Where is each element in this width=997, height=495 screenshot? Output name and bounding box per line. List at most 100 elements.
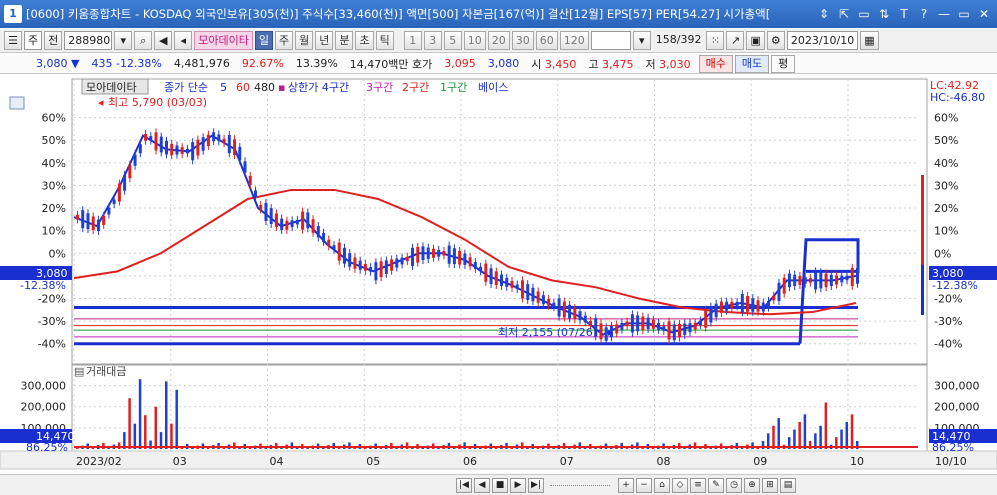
minute-60[interactable]: 60 bbox=[535, 31, 558, 50]
candle-body bbox=[128, 164, 132, 179]
zoom-in-icon[interactable]: + bbox=[618, 477, 634, 493]
candle-body bbox=[657, 322, 661, 330]
candle-body bbox=[191, 142, 195, 161]
period-day[interactable]: 일 bbox=[254, 31, 273, 50]
candle-body bbox=[500, 274, 504, 286]
period-minute[interactable]: 분 bbox=[335, 31, 354, 50]
prev-icon[interactable]: ◂ bbox=[174, 31, 193, 50]
right-price-pct: -12.38% bbox=[932, 279, 978, 292]
search-icon[interactable]: ⌕ bbox=[134, 31, 153, 50]
hoga-bid: 3,080 bbox=[487, 57, 520, 70]
resize-icon[interactable]: ⇕ bbox=[815, 5, 833, 23]
minute-30[interactable]: 30 bbox=[511, 31, 534, 50]
candle-body bbox=[583, 315, 587, 323]
scroll-first-icon[interactable]: |◀ bbox=[456, 477, 472, 493]
chart-tool-4-icon[interactable]: ✎ bbox=[708, 477, 724, 493]
stock-code-input[interactable]: 288980 bbox=[64, 31, 113, 50]
month-label: 06 bbox=[463, 455, 477, 468]
candle-body bbox=[526, 284, 530, 300]
candle-body bbox=[630, 314, 634, 333]
stock-name-button[interactable]: 모아데이타 bbox=[194, 31, 253, 50]
pin-icon[interactable]: ⇱ bbox=[835, 5, 853, 23]
link-icon[interactable]: ⇅ bbox=[875, 5, 893, 23]
candle-body bbox=[431, 248, 435, 258]
candle-body bbox=[144, 133, 148, 141]
chart-toolbar: ☰ 주 전 288980 ▾ ⌕ ◀ ◂ 모아데이타 일 주 월 년 분 초 틱… bbox=[0, 29, 997, 53]
settings-icon[interactable]: ⚙ bbox=[766, 31, 785, 50]
y-tick-label: 60% bbox=[934, 112, 958, 125]
candle-body bbox=[536, 291, 540, 303]
dropdown-icon[interactable]: ▾ bbox=[632, 31, 651, 50]
minute-120[interactable]: 120 bbox=[559, 31, 589, 50]
minimize-icon[interactable]: — bbox=[935, 5, 953, 23]
font-icon[interactable]: T bbox=[895, 5, 913, 23]
zoom-slider[interactable] bbox=[550, 484, 610, 486]
low-price: 저 3,030 bbox=[645, 57, 691, 71]
eval-button[interactable]: 평 bbox=[771, 54, 796, 73]
period-week[interactable]: 주 bbox=[274, 31, 294, 50]
period-tick[interactable]: 틱 bbox=[375, 31, 394, 50]
candle-body bbox=[494, 271, 498, 285]
save-icon[interactable]: ▣ bbox=[746, 31, 765, 50]
volume-bar bbox=[217, 442, 220, 449]
candle-body bbox=[164, 140, 168, 155]
list-icon[interactable]: ☰ bbox=[4, 31, 22, 50]
candle-body bbox=[641, 316, 645, 331]
grid-icon[interactable]: ⁙ bbox=[706, 31, 725, 50]
sell-button[interactable]: 매도 bbox=[734, 54, 770, 73]
candle-body bbox=[253, 190, 257, 198]
help-icon[interactable]: ? bbox=[915, 5, 933, 23]
candle-body bbox=[740, 294, 744, 313]
all-button[interactable]: 전 bbox=[44, 31, 63, 50]
left-volume-pct: 86.25% bbox=[26, 441, 68, 454]
market-select[interactable]: 주 bbox=[24, 31, 43, 50]
buy-button[interactable]: 매수 bbox=[698, 54, 733, 73]
custom-period-input[interactable] bbox=[590, 31, 631, 50]
date-axis-bg bbox=[0, 450, 997, 470]
stock-chart[interactable]: 60% 60% 50% 50% 40% 40% 30% 30% 20% 20% 10% 10% 0% 0%… bbox=[0, 75, 997, 475]
candle-body bbox=[515, 284, 519, 290]
sound-icon[interactable]: ◀ bbox=[154, 31, 173, 50]
dropdown-icon[interactable]: ▾ bbox=[114, 31, 133, 50]
candle-body bbox=[337, 242, 341, 261]
chart-tool-8-icon[interactable]: ▤ bbox=[780, 477, 796, 493]
period-year[interactable]: 년 bbox=[315, 31, 334, 50]
minute-5[interactable]: 5 bbox=[443, 31, 462, 50]
candle-body bbox=[845, 275, 849, 281]
chart-settings-icon[interactable] bbox=[9, 96, 25, 110]
window-icon[interactable]: ▭ bbox=[855, 5, 873, 23]
chart-tool-1-icon[interactable]: ⌂ bbox=[654, 477, 670, 493]
period-month[interactable]: 월 bbox=[295, 31, 314, 50]
chart-tool-2-icon[interactable]: ◇ bbox=[672, 477, 688, 493]
chart-tool-7-icon[interactable]: ⊞ bbox=[762, 477, 778, 493]
candle-body bbox=[709, 306, 713, 323]
zoom-out-icon[interactable]: − bbox=[636, 477, 652, 493]
candle-body bbox=[384, 260, 388, 274]
chart-tool-3-icon[interactable]: ≡ bbox=[690, 477, 706, 493]
scroll-prev-icon[interactable]: ◀ bbox=[474, 477, 490, 493]
candle-body bbox=[259, 204, 263, 210]
minute-10[interactable]: 10 bbox=[463, 31, 486, 50]
zone-label-3: 3구간 bbox=[366, 81, 393, 94]
stop-icon[interactable]: ■ bbox=[492, 477, 508, 493]
chart-tool-6-icon[interactable]: ⊕ bbox=[744, 477, 760, 493]
candle-body bbox=[463, 253, 467, 265]
date-input[interactable]: 2023/10/10 bbox=[786, 31, 859, 50]
legend-ma480: 480 bbox=[254, 81, 275, 94]
minute-1[interactable]: 1 bbox=[403, 31, 422, 50]
chart-tool-5-icon[interactable]: ◷ bbox=[726, 477, 742, 493]
scroll-next-icon[interactable]: ▶ bbox=[510, 477, 526, 493]
minute-20[interactable]: 20 bbox=[487, 31, 510, 50]
y-tick-label: 0% bbox=[49, 247, 66, 260]
calendar-icon[interactable]: ▦ bbox=[860, 31, 879, 50]
candle-body bbox=[201, 137, 205, 151]
volume-bar bbox=[845, 421, 849, 449]
tool-icon[interactable]: ↗ bbox=[726, 31, 745, 50]
candle-body bbox=[693, 322, 697, 330]
close-icon[interactable]: ✕ bbox=[975, 5, 993, 23]
candle-body bbox=[117, 183, 121, 202]
scroll-last-icon[interactable]: ▶| bbox=[528, 477, 544, 493]
maximize-icon[interactable]: ▭ bbox=[955, 5, 973, 23]
period-second[interactable]: 초 bbox=[355, 31, 374, 50]
minute-3[interactable]: 3 bbox=[423, 31, 442, 50]
